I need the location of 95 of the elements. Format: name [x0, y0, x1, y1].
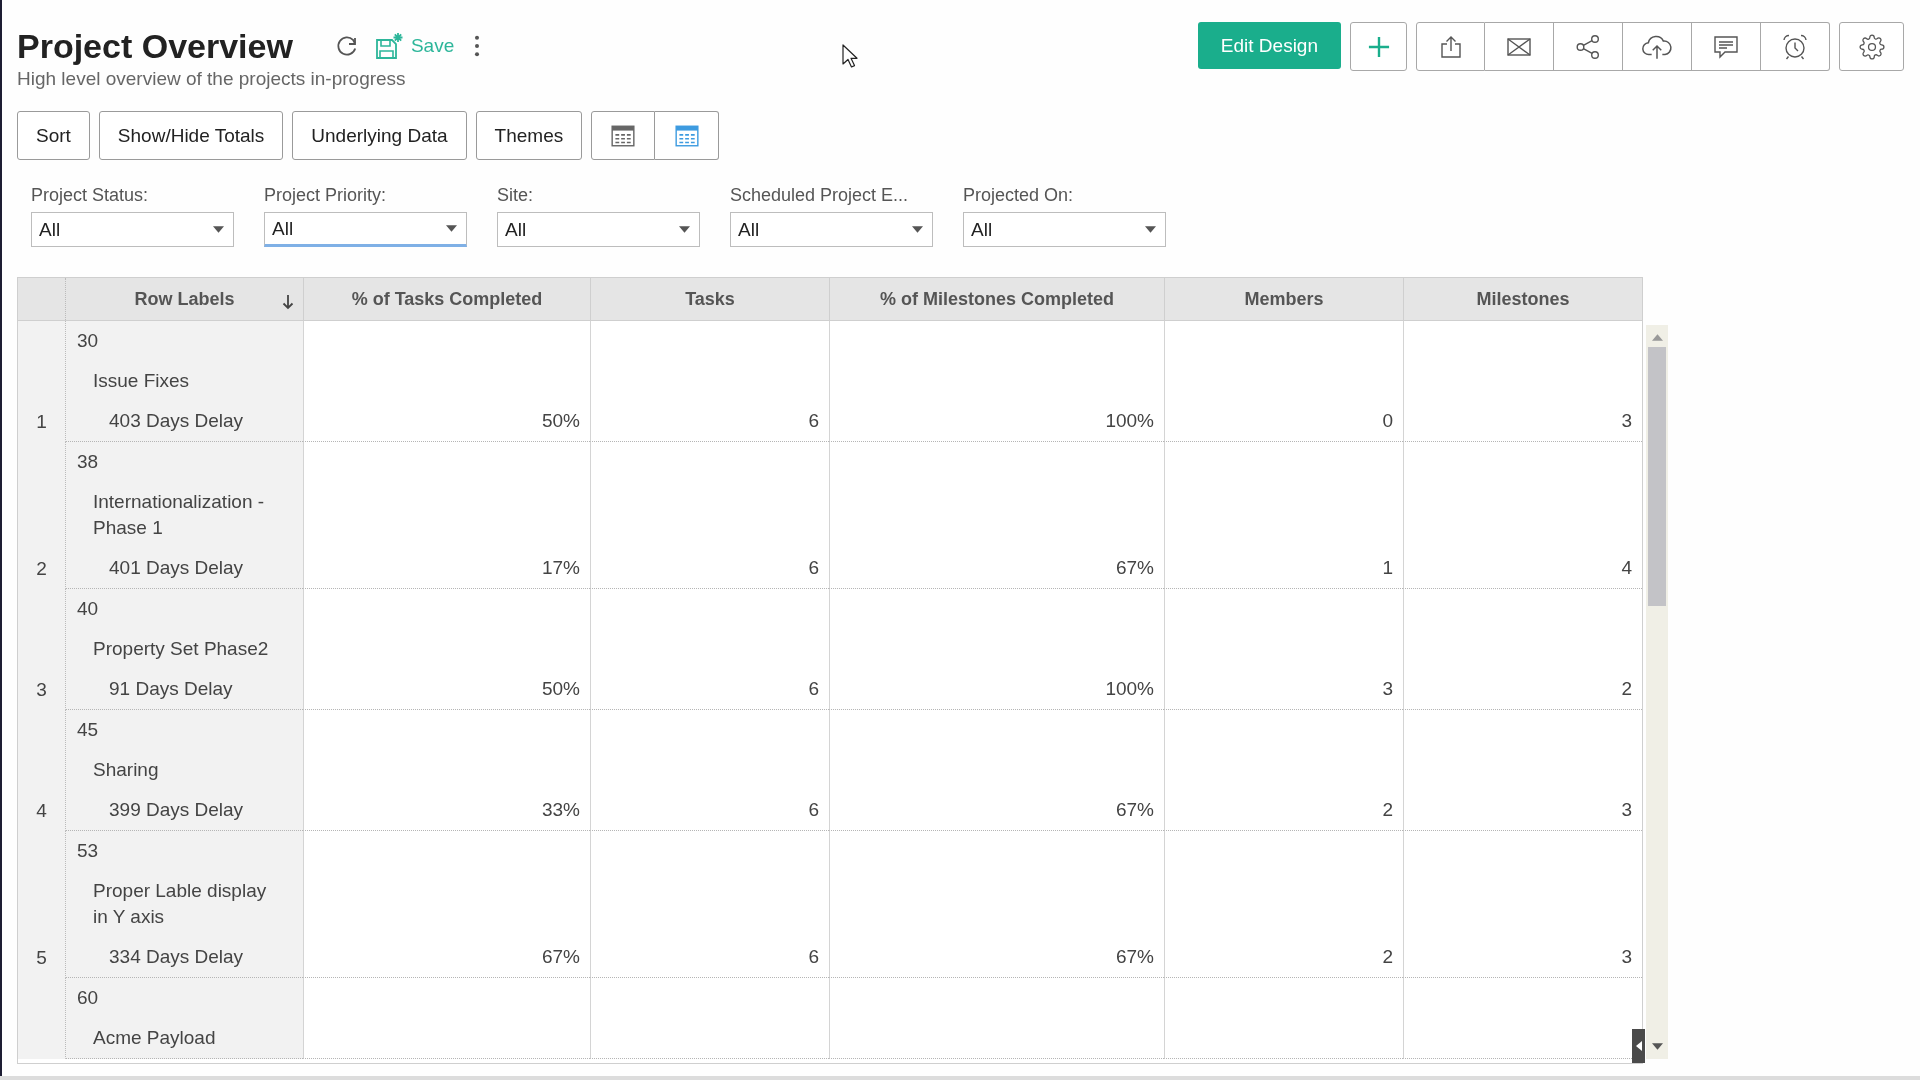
- settings-button[interactable]: [1839, 22, 1904, 71]
- comment-button[interactable]: [1692, 22, 1761, 71]
- scroll-up-icon[interactable]: [1651, 334, 1663, 341]
- row-number: 4: [18, 710, 65, 831]
- view-toggle-button[interactable]: [655, 111, 720, 160]
- filter-label: Scheduled Project E...: [730, 184, 909, 206]
- cloud-upload-icon: [1641, 33, 1673, 60]
- project-name: Issue Fixes: [93, 369, 190, 393]
- row-number: 1: [18, 321, 65, 442]
- row-number: 3: [18, 589, 65, 710]
- filter-dropdown[interactable]: All: [963, 212, 1166, 247]
- project-id: 30: [77, 330, 99, 351]
- table-cell: 3: [1403, 321, 1642, 442]
- plus-icon: [1367, 35, 1390, 58]
- dropdown-caret-icon: [912, 226, 923, 233]
- alarm-clock-icon: [1782, 33, 1808, 60]
- filter-dropdown[interactable]: All: [497, 212, 700, 247]
- speech-bubble-icon: [1713, 33, 1739, 60]
- toolbar-button[interactable]: Sort: [17, 111, 90, 160]
- project-name: Property Set Phase2: [93, 637, 269, 661]
- project-id: 40: [77, 598, 99, 619]
- scrollbar-thumb[interactable]: [1648, 347, 1666, 606]
- filter-label: Project Status:: [31, 184, 149, 206]
- email-button[interactable]: [1485, 22, 1554, 71]
- project-name: Internationalization - Phase 1: [93, 490, 266, 540]
- project-id: 45: [77, 719, 99, 740]
- table-cell: 4: [1403, 442, 1642, 589]
- dropdown-caret-icon: [1145, 226, 1156, 233]
- delay-label: 399 Days Delay: [109, 799, 244, 820]
- toolbar-button[interactable]: Show/Hide Totals: [98, 111, 284, 160]
- table-cell: 67%: [303, 831, 590, 978]
- table-cell: 100%: [829, 321, 1164, 442]
- share-button[interactable]: [1554, 22, 1623, 71]
- delay-label: 403 Days Delay: [109, 410, 244, 431]
- table-cell: 0: [1164, 321, 1403, 442]
- table-cell: 67%: [829, 831, 1164, 978]
- filter-label: Site:: [497, 184, 534, 206]
- filter-dropdown[interactable]: All: [264, 212, 467, 247]
- row-number: 5: [18, 831, 65, 978]
- project-name: Sharing: [93, 758, 159, 782]
- project-id: 38: [77, 451, 99, 472]
- toolbar-button[interactable]: Underlying Data: [292, 111, 467, 160]
- mouse-cursor-icon: [842, 44, 858, 68]
- settings-icon: [1858, 33, 1885, 60]
- project-name: Acme Payload: [93, 1026, 216, 1050]
- page-title: Project Overview: [17, 26, 293, 67]
- filter-dropdown[interactable]: All: [31, 212, 234, 247]
- refresh-icon[interactable]: [334, 34, 359, 58]
- more-options-icon[interactable]: [474, 35, 481, 57]
- upload-button[interactable]: [1623, 22, 1692, 71]
- page-subtitle: High level overview of the projects in-progress: [17, 68, 407, 90]
- project-id: 53: [77, 840, 99, 861]
- table-cell: 2: [1164, 831, 1403, 978]
- scrollbar[interactable]: [1646, 325, 1668, 1059]
- toolbar-button[interactable]: Themes: [475, 111, 583, 160]
- collapse-handle[interactable]: [1632, 1029, 1645, 1063]
- filter-label: Project Priority:: [264, 184, 387, 206]
- filter-label: Projected On:: [963, 184, 1074, 206]
- delay-label: 334 Days Delay: [109, 946, 244, 967]
- scroll-down-icon[interactable]: [1651, 1043, 1663, 1050]
- add-button[interactable]: [1350, 22, 1407, 71]
- export-button[interactable]: [1416, 22, 1485, 71]
- table-cell: 6: [590, 589, 829, 710]
- table-cell: 6: [590, 442, 829, 589]
- table-cell: 2: [1164, 710, 1403, 831]
- table-cell: 2: [1403, 589, 1642, 710]
- table-cell: 17%: [303, 442, 590, 589]
- table-cell: 6: [590, 831, 829, 978]
- view-toggle-button[interactable]: [591, 111, 656, 160]
- table-cell: 1: [1164, 442, 1403, 589]
- save-icon: [374, 32, 403, 60]
- dropdown-caret-icon: [679, 226, 690, 233]
- table-cell: 67%: [829, 710, 1164, 831]
- table-cell: 6: [590, 710, 829, 831]
- table-cell: 6: [590, 321, 829, 442]
- sort-arrow-icon: [282, 294, 294, 310]
- filter-dropdown[interactable]: All: [730, 212, 933, 247]
- table-cell: 100%: [829, 589, 1164, 710]
- share-icon: [1575, 33, 1601, 60]
- table-cell: 3: [1403, 710, 1642, 831]
- table-cell: 50%: [303, 321, 590, 442]
- table-cell: 50%: [303, 589, 590, 710]
- table-cell: 3: [1164, 589, 1403, 710]
- table-cell: 67%: [829, 442, 1164, 589]
- table-cell: 33%: [303, 710, 590, 831]
- delay-label: 401 Days Delay: [109, 557, 244, 578]
- delay-label: 91 Days Delay: [109, 678, 233, 699]
- row-number: 2: [18, 442, 65, 589]
- table-cell: 3: [1403, 831, 1642, 978]
- project-id: 60: [77, 987, 99, 1008]
- dropdown-caret-icon: [213, 226, 224, 233]
- dropdown-caret-icon: [446, 225, 457, 232]
- alarm-button[interactable]: [1761, 22, 1830, 71]
- project-name: Proper Lable display in Y axis: [93, 879, 268, 929]
- caret-left-icon: [1635, 1041, 1642, 1051]
